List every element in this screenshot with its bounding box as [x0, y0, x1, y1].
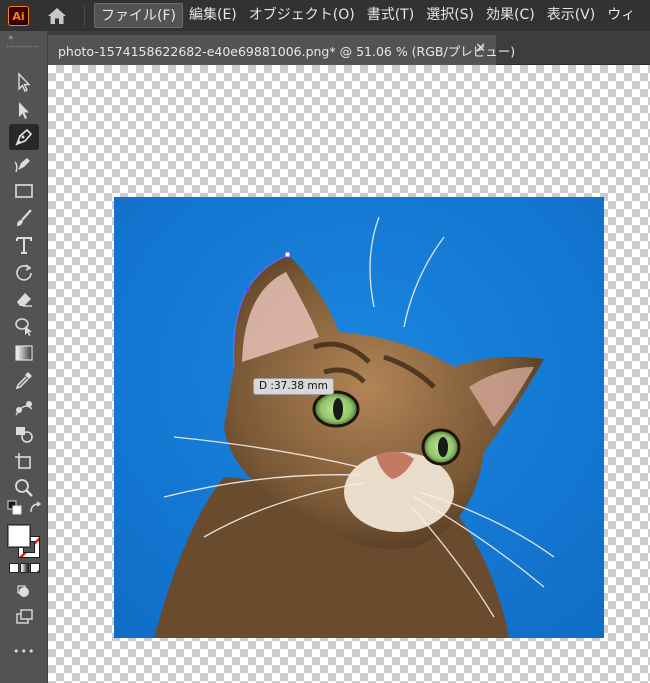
gradient-icon — [15, 345, 33, 361]
menu-effect[interactable]: 効果(C) — [480, 3, 541, 28]
screen-mode-button[interactable] — [9, 604, 39, 630]
menu-window[interactable]: ウィ — [601, 3, 641, 28]
free-transform-tool[interactable] — [9, 313, 39, 339]
eyedropper-tool[interactable] — [9, 367, 39, 393]
color-mode-buttons — [9, 563, 41, 573]
document-tab-bar: photo-1574158622682-e40e69881006.png* @ … — [48, 31, 650, 65]
eraser-icon — [17, 293, 32, 307]
artboard-tool[interactable] — [9, 448, 39, 474]
zoom-tool[interactable] — [9, 475, 39, 501]
draw-mode-button[interactable] — [9, 579, 39, 605]
selection-tool[interactable] — [9, 69, 39, 95]
default-colors-icon[interactable] — [7, 500, 23, 516]
paintbrush-tool[interactable] — [9, 205, 39, 231]
curvature-tool[interactable] — [9, 151, 39, 177]
cat-photo — [114, 197, 604, 638]
direct-selection-icon — [19, 102, 29, 119]
curvature-icon — [14, 158, 30, 173]
panel-grip[interactable] — [6, 45, 38, 48]
menu-bar: Ai ファイル(F) 編集(E) オブジェクト(O) 書式(T) 選択(S) 効… — [0, 0, 650, 31]
edit-toolbar-button[interactable]: ••• — [13, 645, 35, 658]
app-logo: Ai — [8, 6, 29, 26]
menu-type[interactable]: 書式(T) — [361, 3, 420, 28]
color-mode-button[interactable] — [9, 563, 19, 573]
none-slash-icon — [36, 569, 40, 572]
eraser-tool[interactable] — [9, 286, 39, 312]
measurement-tooltip: D :37.38 mm — [253, 378, 334, 395]
fill-color-swatch[interactable] — [8, 525, 30, 547]
swap-colors-icon[interactable] — [28, 500, 44, 516]
gradient-tool[interactable] — [9, 340, 39, 366]
tools-panel: » ••• — [0, 31, 48, 683]
type-icon — [16, 237, 32, 254]
close-icon[interactable]: ✕ — [475, 41, 486, 56]
free-transform-icon — [15, 318, 32, 336]
menu-view[interactable]: 表示(V) — [541, 3, 602, 28]
screen-mode-icon — [16, 609, 33, 624]
menu-edit[interactable]: 編集(E) — [183, 3, 243, 28]
artboard-icon — [15, 453, 31, 469]
home-button[interactable] — [44, 4, 70, 28]
rectangle-tool[interactable] — [9, 178, 39, 204]
canvas-area[interactable] — [48, 65, 650, 683]
rotate-icon — [16, 264, 32, 281]
collapse-panel-button[interactable]: » — [8, 33, 13, 43]
menu-object[interactable]: オブジェクト(O) — [243, 3, 361, 28]
menu-divider — [84, 4, 85, 28]
eyedropper-icon — [15, 372, 32, 390]
rotate-tool[interactable] — [9, 259, 39, 285]
document-tab-title: photo-1574158622682-e40e69881006.png* @ … — [58, 43, 516, 59]
menu-select[interactable]: 選択(S) — [420, 3, 480, 28]
shape-builder-icon — [16, 427, 33, 443]
placed-image[interactable] — [114, 197, 604, 638]
document-tab[interactable]: photo-1574158622682-e40e69881006.png* @ … — [48, 35, 515, 65]
draw-mode-icon — [17, 585, 29, 597]
direct-selection-tool[interactable] — [9, 97, 39, 123]
blend-tool[interactable] — [9, 394, 39, 420]
rectangle-icon — [15, 184, 33, 198]
menu-file[interactable]: ファイル(F) — [94, 3, 183, 28]
none-mode-button[interactable] — [30, 563, 41, 573]
menu-items: ファイル(F) 編集(E) オブジェクト(O) 書式(T) 選択(S) 効果(C… — [94, 3, 641, 28]
paintbrush-icon — [17, 209, 32, 226]
illustrator-window: Ai ファイル(F) 編集(E) オブジェクト(O) 書式(T) 選択(S) 効… — [0, 0, 650, 683]
gradient-mode-button[interactable] — [19, 563, 30, 573]
selection-arrow-icon — [18, 72, 31, 92]
zoom-icon — [15, 479, 33, 497]
type-tool[interactable] — [9, 232, 39, 258]
home-icon — [48, 8, 66, 24]
pen-icon — [15, 128, 33, 146]
pen-tool[interactable] — [9, 124, 39, 150]
blend-icon — [15, 401, 33, 416]
shape-builder-tool[interactable] — [9, 421, 39, 447]
